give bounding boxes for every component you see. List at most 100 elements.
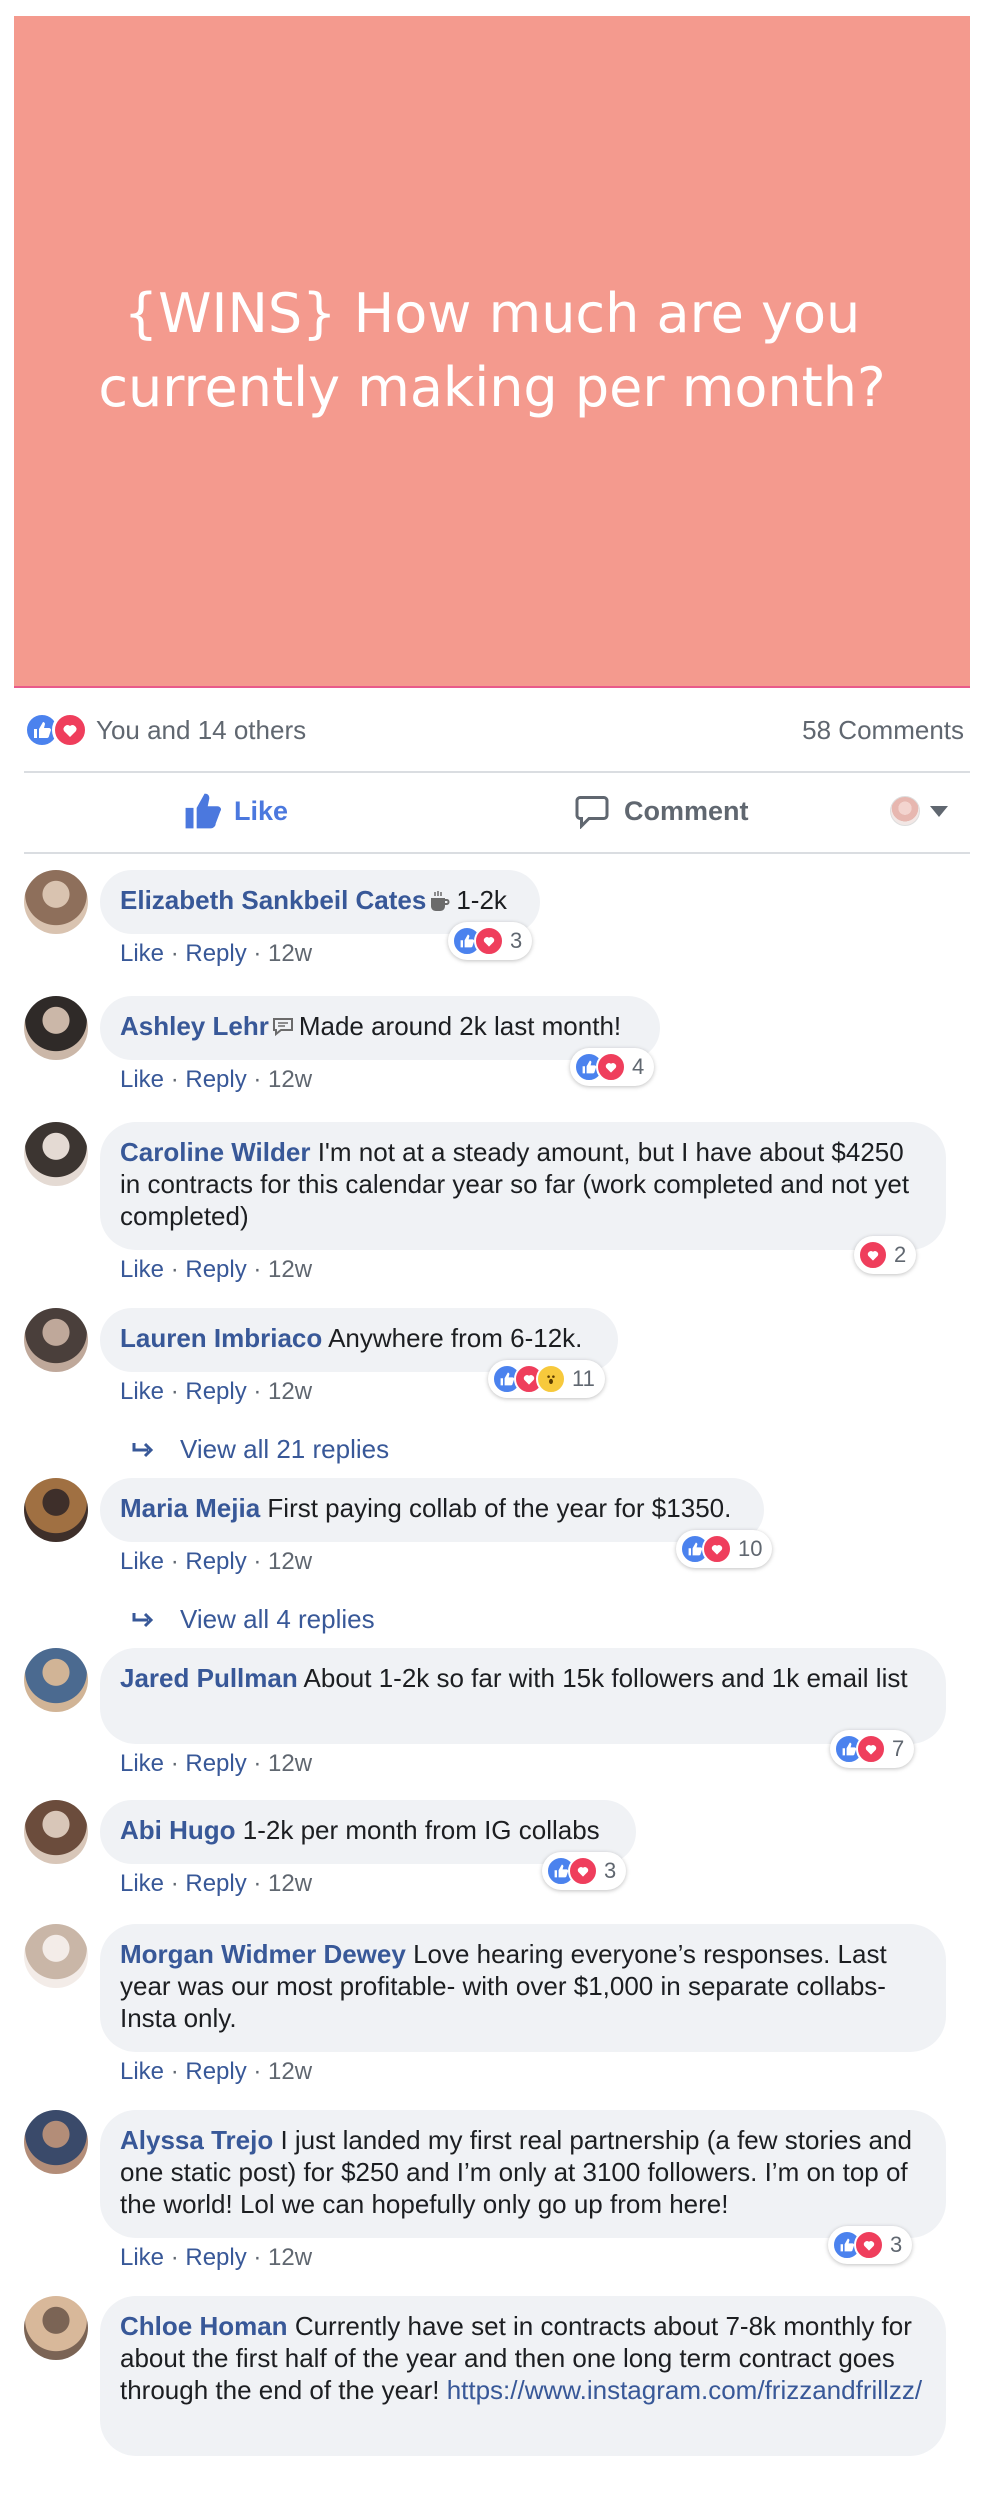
- commenter-avatar[interactable]: [24, 1122, 88, 1186]
- comment-button[interactable]: Comment: [574, 793, 749, 829]
- comment-like-link[interactable]: Like: [120, 2244, 164, 2271]
- comment-like-link[interactable]: Like: [120, 1870, 164, 1897]
- meta-separator: ·: [246, 2244, 269, 2271]
- comment-timestamp[interactable]: 12w: [268, 1548, 312, 1575]
- view-replies-label: View all 21 replies: [180, 1434, 390, 1464]
- meta-separator: ·: [164, 1256, 186, 1283]
- comment-meta: Like · Reply · 12w: [120, 2058, 312, 2086]
- comment-timestamp[interactable]: 12w: [268, 2058, 312, 2085]
- comment-reactions[interactable]: 2: [854, 1236, 917, 1274]
- love-reaction-icon: [858, 1240, 888, 1270]
- comment-reactions[interactable]: 7: [830, 1730, 915, 1768]
- comment-reply-link[interactable]: Reply: [185, 940, 246, 967]
- comment-timestamp[interactable]: 12w: [268, 2244, 312, 2271]
- comment-meta: Like · Reply · 12w: [120, 1256, 312, 1284]
- wow-reaction-icon: [536, 1364, 566, 1394]
- meta-separator: ·: [164, 1750, 186, 1777]
- commenter-avatar[interactable]: [24, 2110, 88, 2174]
- comment-reply-link[interactable]: Reply: [185, 1256, 246, 1283]
- comment-reply-link[interactable]: Reply: [185, 1750, 246, 1777]
- comment-reactions[interactable]: 11: [488, 1360, 605, 1398]
- love-reaction-icon: [856, 1734, 886, 1764]
- comment-bubble: Jared Pullman About 1-2k so far with 15k…: [100, 1648, 946, 1744]
- commenter-avatar[interactable]: [24, 1648, 88, 1712]
- comment-like-link[interactable]: Like: [120, 1378, 164, 1405]
- comment-reactions[interactable]: 3: [542, 1852, 627, 1890]
- comment-reply-link[interactable]: Reply: [185, 2244, 246, 2271]
- comment-reactions[interactable]: 3: [448, 922, 533, 960]
- comment-timestamp[interactable]: 12w: [268, 1256, 312, 1283]
- reply-arrow-icon: [132, 1442, 154, 1457]
- comment-reactions[interactable]: 10: [676, 1530, 773, 1568]
- divider: [24, 852, 970, 854]
- comment-reply-link[interactable]: Reply: [185, 1066, 246, 1093]
- comment-meta: Like · Reply · 12w: [120, 1750, 312, 1778]
- meta-separator: ·: [246, 2058, 269, 2085]
- comment-link[interactable]: https://www.instagram.com/frizzandfrillz…: [447, 2375, 922, 2405]
- comment-timestamp[interactable]: 12w: [268, 1750, 312, 1777]
- view-replies-link[interactable]: View all 21 replies: [130, 1434, 389, 1465]
- meta-separator: ·: [164, 2244, 186, 2271]
- commenter-name[interactable]: Lauren Imbriaco: [120, 1323, 322, 1353]
- commenter-name[interactable]: Alyssa Trejo: [120, 2125, 273, 2155]
- comment-reply-link[interactable]: Reply: [185, 1378, 246, 1405]
- comment-timestamp[interactable]: 12w: [268, 940, 312, 967]
- commenter-name[interactable]: Ashley Lehr: [120, 1011, 269, 1041]
- post-as-selector[interactable]: [890, 796, 948, 826]
- commenter-name[interactable]: Chloe Homan: [120, 2311, 288, 2341]
- reaction-count: 7: [892, 1736, 905, 1761]
- comment-like-link[interactable]: Like: [120, 1750, 164, 1777]
- comment-reply-link[interactable]: Reply: [185, 1548, 246, 1575]
- reaction-count: 2: [894, 1242, 907, 1267]
- comment-bubble: Ashley Lehr Made around 2k last month!: [100, 996, 660, 1060]
- meta-separator: ·: [164, 1378, 186, 1405]
- comment-like-link[interactable]: Like: [120, 2058, 164, 2085]
- post-image[interactable]: {WINS} How much are you currently making…: [14, 16, 970, 688]
- comment-text: About 1-2k so far with 15k followers and…: [303, 1663, 908, 1693]
- comment-icon: [575, 796, 609, 829]
- reaction-count: 4: [632, 1054, 645, 1079]
- commenter-avatar[interactable]: [24, 996, 88, 1060]
- meta-separator: ·: [246, 1256, 269, 1283]
- commenter-name[interactable]: Elizabeth Sankbeil Cates: [120, 885, 426, 915]
- reactions-text[interactable]: You and 14 others: [96, 715, 306, 746]
- reaction-count: 3: [890, 2232, 903, 2257]
- comments-count[interactable]: 58 Comments: [802, 715, 964, 746]
- meta-separator: ·: [164, 2058, 186, 2085]
- commenter-name[interactable]: Morgan Widmer Dewey: [120, 1939, 406, 1969]
- commenter-avatar[interactable]: [24, 1924, 88, 1988]
- commenter-avatar[interactable]: [24, 1478, 88, 1542]
- commenter-name[interactable]: Abi Hugo: [120, 1815, 236, 1845]
- comment-like-link[interactable]: Like: [120, 1256, 164, 1283]
- commenter-name[interactable]: Maria Mejia: [120, 1493, 260, 1523]
- like-button[interactable]: Like: [184, 793, 288, 829]
- reactions-summary[interactable]: You and 14 others: [24, 712, 306, 748]
- comment-text: Anywhere from 6-12k.: [328, 1323, 583, 1353]
- user-avatar: [890, 796, 920, 826]
- like-button-label: Like: [234, 795, 289, 826]
- comment-timestamp[interactable]: 12w: [268, 1870, 312, 1897]
- comment-timestamp[interactable]: 12w: [268, 1066, 312, 1093]
- commenter-avatar[interactable]: [24, 1800, 88, 1864]
- view-replies-link[interactable]: View all 4 replies: [130, 1604, 375, 1635]
- comment-text: First paying collab of the year for $135…: [267, 1493, 732, 1523]
- comment-like-link[interactable]: Like: [120, 1066, 164, 1093]
- reaction-count: 3: [510, 928, 523, 953]
- thumbs-up-icon: [185, 793, 222, 829]
- love-reaction-icon: [596, 1052, 626, 1082]
- commenter-avatar[interactable]: [24, 870, 88, 934]
- comment-like-link[interactable]: Like: [120, 1548, 164, 1575]
- comment-reply-link[interactable]: Reply: [185, 2058, 246, 2085]
- reaction-count: 3: [604, 1858, 617, 1883]
- commenter-name[interactable]: Jared Pullman: [120, 1663, 298, 1693]
- comment-reply-link[interactable]: Reply: [185, 1870, 246, 1897]
- comment-meta: Like · Reply · 12w: [120, 2244, 312, 2272]
- commenter-avatar[interactable]: [24, 1308, 88, 1372]
- commenter-avatar[interactable]: [24, 2296, 88, 2360]
- commenter-name[interactable]: Caroline Wilder: [120, 1137, 310, 1167]
- comment-like-link[interactable]: Like: [120, 940, 164, 967]
- comment-timestamp[interactable]: 12w: [268, 1378, 312, 1405]
- comment-reactions[interactable]: 4: [570, 1048, 655, 1086]
- comment-reactions[interactable]: 3: [828, 2226, 913, 2264]
- comment-text: Made around 2k last month!: [298, 1011, 622, 1041]
